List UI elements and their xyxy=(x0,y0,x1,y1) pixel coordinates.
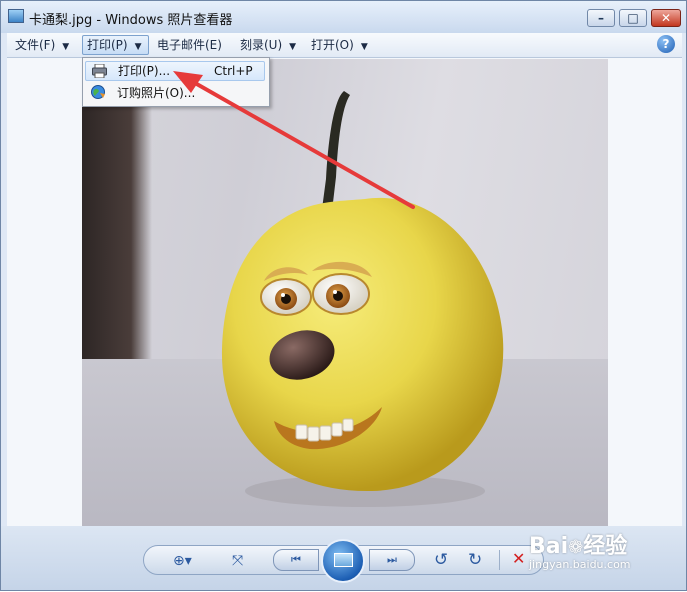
chevron-down-icon: ▼ xyxy=(62,42,70,52)
menu-burn-label: 刻录(U) xyxy=(240,38,283,52)
dropdown-print-label: 打印(P)... xyxy=(118,64,171,78)
menu-print[interactable]: 打印(P) ▼ xyxy=(82,35,149,55)
watermark-brand-text: Bai xyxy=(529,534,569,559)
toolbar-separator xyxy=(499,550,500,570)
previous-button[interactable]: ⏮ xyxy=(273,549,319,571)
actual-size-button[interactable]: ⤧ xyxy=(232,552,243,570)
menu-file[interactable]: 文件(F) ▼ xyxy=(11,35,73,55)
menu-email-label: 电子邮件(E) xyxy=(157,38,222,52)
baidu-paw-icon: ❁ xyxy=(568,537,584,558)
slideshow-button[interactable] xyxy=(321,539,365,583)
menu-burn[interactable]: 刻录(U) ▼ xyxy=(236,35,300,55)
window-title: 卡通梨.jpg - Windows 照片查看器 xyxy=(29,13,233,28)
slideshow-icon xyxy=(334,553,353,567)
watermark-cn: 经验 xyxy=(583,534,628,559)
zoom-button[interactable]: ⊕▾ xyxy=(173,552,192,570)
baidu-watermark: Bai❁经验 jingyan.baidu.com xyxy=(529,528,679,574)
previous-icon: ⏮ xyxy=(291,553,301,566)
dropdown-item-print[interactable]: 打印(P)... Ctrl+P xyxy=(85,61,265,81)
maximize-icon: □ xyxy=(627,11,639,25)
chevron-down-icon: ▼ xyxy=(289,42,297,52)
rotate-ccw-icon: ↺ xyxy=(434,550,449,570)
rotate-counterclockwise-button[interactable]: ↺ xyxy=(434,551,448,569)
cartoon-pear-image xyxy=(221,91,504,507)
dropdown-item-order-prints[interactable]: 订购照片(O)... xyxy=(85,83,265,103)
menu-email[interactable]: 电子邮件(E) xyxy=(153,35,226,55)
menu-print-label: 打印(P) xyxy=(87,38,128,52)
pear-stem xyxy=(322,91,350,211)
close-button[interactable]: ✕ xyxy=(651,9,681,27)
zoom-icon: ⊕▾ xyxy=(173,553,192,569)
printer-icon xyxy=(92,64,107,78)
maximize-button[interactable]: □ xyxy=(619,9,647,27)
menu-open-label: 打开(O) xyxy=(311,38,354,52)
photo-viewer-app-icon xyxy=(8,9,24,23)
minimize-button[interactable]: – xyxy=(587,9,615,27)
chevron-down-icon: ▼ xyxy=(134,42,142,52)
next-button[interactable]: ⏭ xyxy=(369,549,415,571)
help-icon[interactable]: ? xyxy=(657,35,675,53)
image-viewport xyxy=(7,58,682,528)
dropdown-order-label: 订购照片(O)... xyxy=(117,86,196,100)
delete-button[interactable]: ✕ xyxy=(512,550,525,568)
print-dropdown-menu: 打印(P)... Ctrl+P 订购照片(O)... xyxy=(82,57,270,107)
chevron-down-icon: ▼ xyxy=(360,42,368,52)
rotate-cw-icon: ↻ xyxy=(468,550,483,570)
rotate-clockwise-button[interactable]: ↻ xyxy=(468,551,482,569)
fit-window-icon: ⤧ xyxy=(232,553,244,569)
minimize-icon: – xyxy=(598,11,604,25)
next-icon: ⏭ xyxy=(387,553,397,566)
menu-file-label: 文件(F) xyxy=(15,38,56,52)
watermark-brand: Bai❁经验 xyxy=(529,528,627,560)
photo-display xyxy=(82,59,608,528)
watermark-url: jingyan.baidu.com xyxy=(529,558,631,571)
delete-icon: ✕ xyxy=(512,549,526,568)
photo-viewer-window: 卡通梨.jpg - Windows 照片查看器 – □ ✕ 文件(F) ▼ 打印(… xyxy=(0,0,687,591)
pear-body xyxy=(221,197,504,492)
title-bar: 卡通梨.jpg - Windows 照片查看器 – □ ✕ xyxy=(1,1,686,33)
globe-order-icon xyxy=(91,85,105,99)
menu-bar: 文件(F) ▼ 打印(P) ▼ 电子邮件(E) 刻录(U) ▼ 打开(O) ▼ ? xyxy=(7,33,682,58)
close-icon: ✕ xyxy=(660,11,672,25)
menu-open[interactable]: 打开(O) ▼ xyxy=(307,35,372,55)
dropdown-print-shortcut: Ctrl+P xyxy=(214,64,253,78)
